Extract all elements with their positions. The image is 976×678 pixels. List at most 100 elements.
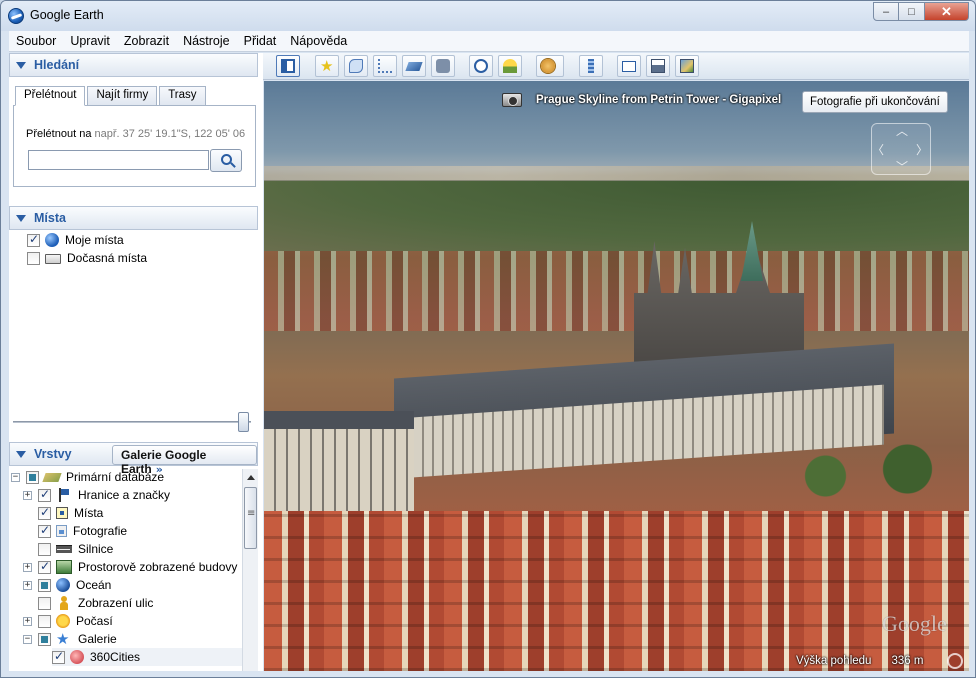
- collapse-arrow-icon[interactable]: [16, 61, 26, 69]
- print-button[interactable]: [646, 55, 670, 77]
- fly-to-input[interactable]: [28, 150, 209, 170]
- pan-left-icon[interactable]: 〈: [872, 141, 884, 158]
- layer-checkbox[interactable]: [38, 632, 51, 646]
- navigation-control[interactable]: ︿ ﹀ 〈 〉: [871, 123, 931, 175]
- title-bar[interactable]: Google Earth – □ ✕: [1, 1, 975, 31]
- menu-nastroje[interactable]: Nástroje: [176, 31, 237, 51]
- scroll-thumb[interactable]: [244, 487, 257, 549]
- layers-panel-title: Vrstvy: [34, 447, 72, 461]
- switch-planet-button[interactable]: [536, 55, 564, 77]
- collapse-arrow-icon[interactable]: [16, 214, 26, 222]
- layer-roads[interactable]: Silnice: [38, 540, 113, 558]
- expand-icon[interactable]: +: [23, 490, 32, 500]
- building-icon: [56, 560, 72, 574]
- email-button[interactable]: [617, 55, 641, 77]
- fly-to-text: Přelétnout na: [26, 128, 92, 140]
- search-panel-header[interactable]: Hledání: [9, 53, 258, 77]
- layer-gallery[interactable]: − ★ Galerie: [23, 630, 117, 648]
- record-tour-button[interactable]: [431, 55, 455, 77]
- tree-item-my-places[interactable]: Moje místa: [27, 231, 124, 249]
- photo-title: Prague Skyline from Petrin Tower - Gigap…: [502, 93, 781, 107]
- streaming-indicator-icon: [947, 653, 963, 669]
- layer-checkbox[interactable]: [38, 578, 51, 592]
- earth-3d-view[interactable]: Prague Skyline from Petrin Tower - Gigap…: [264, 81, 969, 671]
- tab-find-businesses[interactable]: Najít firmy: [87, 86, 158, 105]
- placemark-icon: ★: [320, 57, 334, 75]
- fly-to-hint: např. 37 25' 19.1"S, 122 05' 06: [94, 128, 246, 140]
- tab-fly-to[interactable]: Přelétnout: [15, 86, 86, 106]
- google-earth-app-icon: [8, 8, 24, 24]
- layer-checkbox[interactable]: [26, 470, 39, 484]
- opacity-slider-track[interactable]: [13, 421, 251, 423]
- layers-scrollbar[interactable]: [242, 469, 258, 671]
- tab-directions[interactable]: Trasy: [159, 86, 206, 105]
- maximize-button[interactable]: □: [899, 2, 925, 21]
- layer-label: Zobrazení ulic: [78, 596, 154, 610]
- temporary-places-checkbox[interactable]: [27, 251, 40, 265]
- layer-label: Počasí: [76, 614, 113, 628]
- layer-street-view[interactable]: Zobrazení ulic: [38, 594, 153, 612]
- add-image-overlay-button[interactable]: [402, 55, 426, 77]
- layer-checkbox[interactable]: [38, 614, 51, 628]
- layer-3d-buildings[interactable]: + Prostorově zobrazené budovy: [23, 558, 237, 576]
- layer-label: Prostorově zobrazené budovy: [78, 560, 238, 574]
- layer-checkbox[interactable]: [52, 649, 65, 664]
- menu-soubor[interactable]: Soubor: [9, 31, 63, 51]
- collapse-icon[interactable]: −: [11, 472, 20, 482]
- scroll-up-icon[interactable]: [244, 471, 258, 485]
- add-polygon-button[interactable]: [344, 55, 368, 77]
- tree-item-temporary-places[interactable]: Dočasná místa: [27, 249, 147, 267]
- historical-imagery-icon: [474, 59, 488, 73]
- menu-pridat[interactable]: Přidat: [237, 31, 284, 51]
- ocean-icon: [56, 578, 70, 592]
- image-overlay-icon: [405, 62, 423, 71]
- exit-photo-button[interactable]: Fotografie při ukončování: [802, 91, 948, 113]
- weather-icon: [56, 614, 70, 628]
- add-placemark-button[interactable]: ★: [315, 55, 339, 77]
- layers-panel-header[interactable]: Vrstvy Galerie Google Earth»: [9, 442, 258, 476]
- status-bar: Výška pohledu 336 m: [792, 651, 969, 671]
- close-button[interactable]: ✕: [925, 2, 969, 21]
- pan-down-icon[interactable]: ﹀: [896, 158, 908, 175]
- layer-checkbox[interactable]: [38, 523, 51, 538]
- save-image-button[interactable]: [675, 55, 699, 77]
- my-places-checkbox[interactable]: [27, 232, 40, 247]
- expand-icon[interactable]: +: [23, 580, 32, 590]
- search-tabs: Přelétnout Najít firmy Trasy: [15, 86, 208, 106]
- layer-checkbox[interactable]: [38, 542, 51, 556]
- main-toolbar: ★: [263, 53, 969, 80]
- layer-ocean[interactable]: + Oceán: [23, 576, 111, 594]
- layer-weather[interactable]: + Počasí: [23, 612, 113, 630]
- collapse-arrow-icon[interactable]: [16, 450, 26, 458]
- minimize-button[interactable]: –: [873, 2, 899, 21]
- collapse-icon[interactable]: −: [23, 634, 32, 644]
- ruler-button[interactable]: [579, 55, 603, 77]
- earth-gallery-button[interactable]: Galerie Google Earth»: [112, 445, 257, 476]
- layer-checkbox[interactable]: [38, 559, 51, 574]
- sidebar-toggle-button[interactable]: [276, 55, 300, 77]
- pan-right-icon[interactable]: 〉: [916, 141, 928, 158]
- add-path-button[interactable]: [373, 55, 397, 77]
- historical-imagery-button[interactable]: [469, 55, 493, 77]
- layer-label: Silnice: [78, 542, 114, 556]
- places-panel-header[interactable]: Místa: [9, 206, 258, 230]
- path-icon: [378, 59, 392, 73]
- layer-places[interactable]: Místa: [38, 504, 103, 522]
- camera-icon: [502, 93, 522, 107]
- layer-photos[interactable]: Fotografie: [38, 522, 127, 540]
- layer-primary-database[interactable]: − Primární databáze: [11, 468, 164, 486]
- layer-360cities[interactable]: 360Cities: [52, 648, 242, 666]
- sunlight-button[interactable]: [498, 55, 522, 77]
- layer-borders-labels[interactable]: + Hranice a značky: [23, 486, 170, 504]
- layer-checkbox[interactable]: [38, 505, 51, 520]
- search-button[interactable]: [210, 149, 242, 172]
- menu-upravit[interactable]: Upravit: [63, 31, 117, 51]
- layer-checkbox[interactable]: [38, 596, 51, 610]
- pan-up-icon[interactable]: ︿: [896, 122, 908, 139]
- expand-icon[interactable]: +: [23, 616, 32, 626]
- menu-napoveda[interactable]: Nápověda: [283, 31, 354, 51]
- layer-checkbox[interactable]: [38, 487, 51, 502]
- opacity-slider-thumb[interactable]: [238, 412, 249, 432]
- menu-zobrazit[interactable]: Zobrazit: [117, 31, 176, 51]
- expand-icon[interactable]: +: [23, 562, 32, 572]
